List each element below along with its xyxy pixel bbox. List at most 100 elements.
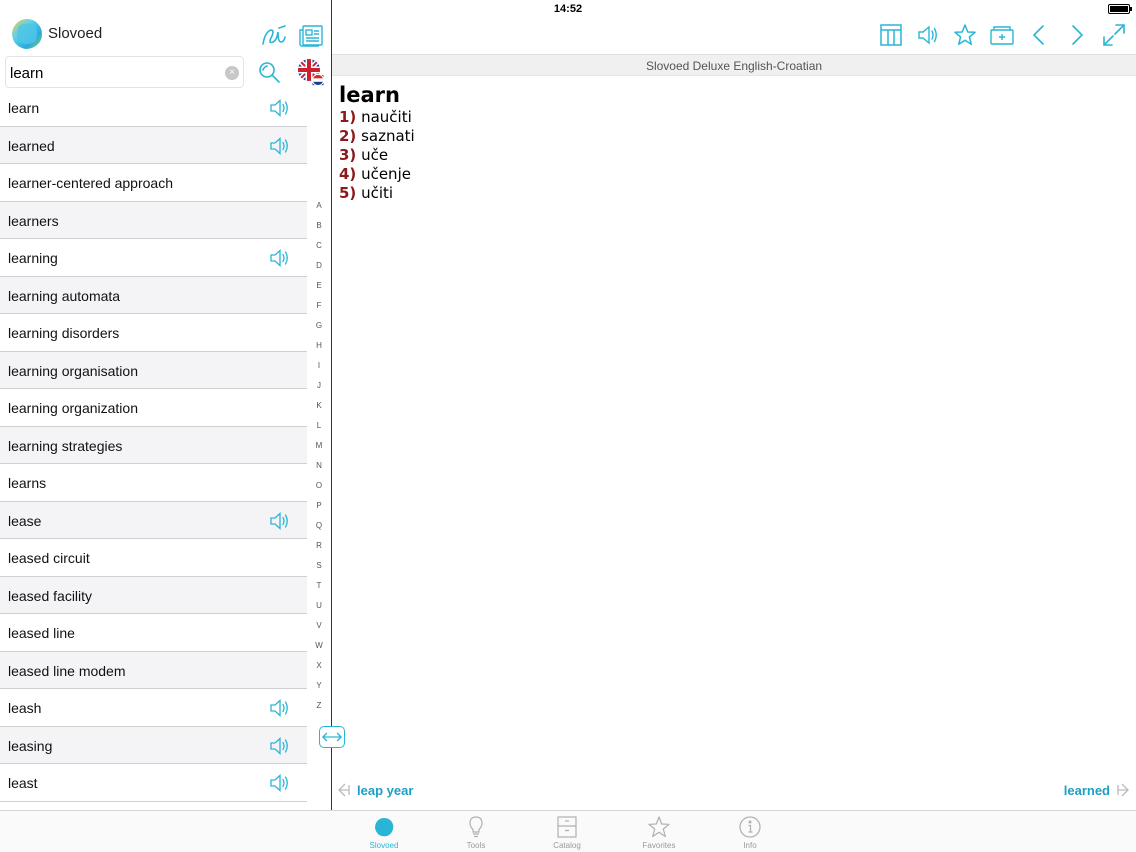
previous-word-label: leap year	[357, 782, 414, 798]
search-input[interactable]	[10, 61, 220, 85]
word-list-item[interactable]: learns	[0, 464, 307, 502]
app-header: Slovoed	[0, 14, 331, 54]
star-icon[interactable]	[952, 22, 978, 48]
slovoed-logo-icon[interactable]	[11, 18, 43, 50]
table-icon[interactable]	[878, 22, 904, 48]
handwriting-icon[interactable]	[259, 22, 287, 50]
word-list-item[interactable]: leasing	[0, 726, 307, 764]
alphabet-letter[interactable]: U	[307, 596, 331, 616]
word-list-item[interactable]: learned	[0, 126, 307, 164]
expand-panel-icon[interactable]	[319, 726, 345, 748]
alphabet-letter[interactable]: O	[307, 476, 331, 496]
word-list-item[interactable]: learning organisation	[0, 351, 307, 389]
speaker-icon[interactable]	[266, 96, 292, 120]
sense-translation[interactable]: saznati	[361, 127, 415, 145]
news-icon[interactable]	[297, 22, 325, 50]
alphabet-letter[interactable]: K	[307, 396, 331, 416]
alphabet-letter[interactable]: Y	[307, 676, 331, 696]
add-card-icon[interactable]	[989, 22, 1015, 48]
alphabet-letter[interactable]: X	[307, 656, 331, 676]
sense-item: 5) učiti	[339, 184, 415, 203]
word-list-item[interactable]: learn	[0, 89, 307, 127]
sense-translation[interactable]: učiti	[361, 184, 393, 202]
alphabet-letter[interactable]: S	[307, 556, 331, 576]
alphabet-letter[interactable]: V	[307, 616, 331, 636]
alphabet-letter[interactable]: H	[307, 336, 331, 356]
alphabet-letter[interactable]: N	[307, 456, 331, 476]
word-list-item-label: learning organization	[8, 400, 138, 416]
favorites-star-icon	[648, 816, 670, 838]
sense-number: 3)	[339, 146, 357, 164]
word-list-item-label: leash	[8, 700, 42, 716]
clear-search-button[interactable]: ×	[225, 66, 239, 80]
speaker-icon[interactable]	[266, 734, 292, 758]
language-flag-icon[interactable]	[297, 58, 325, 86]
alphabet-index[interactable]: ABCDEFGHIJKLMNOPQRSTUVWXYZ	[307, 196, 331, 716]
word-list-item-label: learning organisation	[8, 362, 138, 379]
word-list-item[interactable]: learning organization	[0, 389, 307, 427]
word-list-item[interactable]: learning automata	[0, 276, 307, 314]
lightbulb-icon	[469, 816, 483, 838]
search-row: ×	[0, 54, 331, 90]
word-list-item[interactable]: leash	[0, 689, 307, 727]
alphabet-letter[interactable]: C	[307, 236, 331, 256]
alphabet-letter[interactable]: Z	[307, 696, 331, 716]
sense-translation[interactable]: učenje	[361, 165, 411, 183]
next-word-link[interactable]: learned	[1064, 781, 1130, 801]
word-list-item[interactable]: leased line modem	[0, 651, 307, 689]
alphabet-letter[interactable]: F	[307, 296, 331, 316]
alphabet-letter[interactable]: D	[307, 256, 331, 276]
word-list-item[interactable]: learner-centered approach	[0, 164, 307, 202]
sense-number: 2)	[339, 127, 357, 145]
word-list-item[interactable]: lease	[0, 501, 307, 539]
word-list-item[interactable]: learning strategies	[0, 426, 307, 464]
fullscreen-icon[interactable]	[1101, 22, 1127, 48]
alphabet-letter[interactable]: Q	[307, 516, 331, 536]
alphabet-letter[interactable]: P	[307, 496, 331, 516]
alphabet-letter[interactable]: B	[307, 216, 331, 236]
sense-translation[interactable]: naučiti	[361, 108, 412, 126]
word-list-item-label: learning automata	[8, 287, 121, 304]
sense-translation[interactable]: uče	[361, 146, 388, 164]
word-list-item[interactable]: least	[0, 764, 307, 802]
alphabet-letter[interactable]: M	[307, 436, 331, 456]
alphabet-letter[interactable]: R	[307, 536, 331, 556]
tab-label: Slovoed	[369, 841, 399, 850]
speaker-icon[interactable]	[266, 696, 292, 720]
tab-slovoed[interactable]: Slovoed	[354, 815, 414, 850]
alphabet-letter[interactable]: A	[307, 196, 331, 216]
word-list-item[interactable]: learning disorders	[0, 314, 307, 352]
alphabet-letter[interactable]: E	[307, 276, 331, 296]
sense-number: 5)	[339, 184, 357, 202]
word-list-item[interactable]: leased facility	[0, 576, 307, 614]
tab-info[interactable]: Info	[720, 815, 780, 850]
word-list-item-label: learned	[8, 137, 55, 154]
back-arrow-icon[interactable]	[1026, 22, 1052, 48]
alphabet-letter[interactable]: T	[307, 576, 331, 596]
sense-item: 1) naučiti	[339, 108, 415, 127]
forward-arrow-icon[interactable]	[1064, 22, 1090, 48]
panel-divider	[331, 0, 332, 810]
alphabet-letter[interactable]: G	[307, 316, 331, 336]
word-list-item[interactable]: leased circuit	[0, 539, 307, 577]
search-box: ×	[5, 56, 244, 88]
alphabet-letter[interactable]: L	[307, 416, 331, 436]
word-list-item[interactable]: learning	[0, 239, 307, 277]
speaker-icon[interactable]	[266, 134, 292, 158]
tab-tools[interactable]: Tools	[446, 815, 506, 850]
word-list-item-label: leased line modem	[8, 662, 126, 679]
speaker-icon[interactable]	[266, 771, 292, 795]
speaker-icon[interactable]	[266, 246, 292, 270]
word-list-item[interactable]: leased line	[0, 614, 307, 652]
alphabet-letter[interactable]: I	[307, 356, 331, 376]
alphabet-letter[interactable]: W	[307, 636, 331, 656]
previous-word-link[interactable]: leap year	[337, 781, 413, 801]
speaker-icon[interactable]	[266, 509, 292, 533]
tab-catalog[interactable]: Catalog	[537, 815, 597, 850]
search-icon[interactable]	[256, 59, 282, 85]
tab-favorites[interactable]: Favorites	[629, 815, 689, 850]
battery-icon	[1108, 4, 1132, 14]
word-list-item[interactable]: learners	[0, 201, 307, 239]
alphabet-letter[interactable]: J	[307, 376, 331, 396]
speaker-icon[interactable]	[915, 22, 941, 48]
